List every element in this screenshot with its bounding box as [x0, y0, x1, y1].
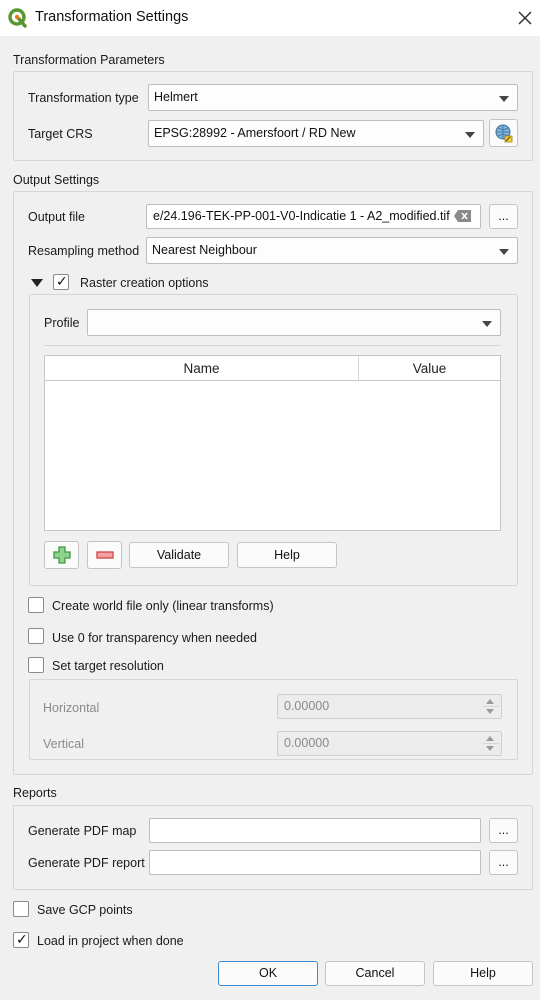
plus-icon [52, 546, 71, 564]
close-button[interactable] [512, 6, 538, 30]
pdf-map-input[interactable] [149, 818, 481, 843]
divider [44, 345, 501, 346]
chevron-down-icon [499, 249, 509, 255]
table-header-value[interactable]: Value [358, 356, 500, 381]
vertical-spinbox[interactable]: 0.00000 [277, 731, 502, 756]
horizontal-value: 0.00000 [284, 699, 330, 713]
title-bar: Transformation Settings [0, 0, 540, 36]
check-mark-icon: ✓ [16, 931, 28, 947]
load-project-label: Load in project when done [37, 934, 184, 948]
output-file-browse-button[interactable]: ... [489, 204, 518, 229]
transformation-type-value: Helmert [154, 90, 198, 104]
collapse-triangle-icon[interactable] [31, 279, 43, 287]
output-file-label: Output file [28, 210, 85, 224]
zero-transparency-label: Use 0 for transparency when needed [52, 631, 257, 645]
raster-options-checkbox[interactable]: ✓ [53, 273, 69, 290]
target-resolution-label: Set target resolution [52, 659, 164, 673]
vertical-value: 0.00000 [284, 736, 330, 750]
resampling-method-combo[interactable]: Nearest Neighbour [146, 237, 518, 264]
load-project-checkbox[interactable]: ✓ [13, 931, 29, 948]
add-option-button[interactable] [44, 541, 79, 569]
horizontal-spinbox[interactable]: 0.00000 [277, 694, 502, 719]
chevron-down-icon [499, 96, 509, 102]
validate-button[interactable]: Validate [129, 542, 229, 568]
options-table[interactable]: Name Value [44, 355, 501, 531]
profile-label: Profile [44, 316, 80, 330]
output-settings-title: Output Settings [13, 173, 100, 187]
chevron-down-icon [482, 321, 492, 327]
remove-option-button[interactable] [87, 541, 122, 569]
zero-transparency-checkbox[interactable] [28, 628, 44, 644]
pdf-map-browse-button[interactable]: ... [489, 818, 518, 843]
chevron-down-icon [465, 132, 475, 138]
resampling-method-label: Resampling method [28, 244, 140, 258]
pdf-report-browse-button[interactable]: ... [489, 850, 518, 875]
raster-options-label: Raster creation options [80, 276, 209, 290]
window-title: Transformation Settings [35, 9, 189, 25]
world-file-label: Create world file only (linear transform… [52, 599, 274, 613]
cancel-button[interactable]: Cancel [325, 961, 425, 986]
minus-icon [95, 551, 114, 559]
transformation-type-combo[interactable]: Helmert [148, 84, 518, 111]
profile-combo[interactable] [87, 309, 501, 336]
help-button[interactable]: Help [433, 961, 533, 986]
save-gcp-label: Save GCP points [37, 903, 133, 917]
transformation-parameters-title: Transformation Parameters [13, 53, 165, 67]
target-crs-combo[interactable]: EPSG:28992 - Amersfoort / RD New [148, 120, 484, 147]
reports-title: Reports [13, 786, 57, 800]
pdf-report-label: Generate PDF report [28, 856, 145, 870]
output-file-input[interactable]: e/24.196-TEK-PP-001-V0-Indicatie 1 - A2_… [146, 204, 481, 229]
resampling-method-value: Nearest Neighbour [152, 243, 257, 257]
crs-selector-button[interactable] [489, 119, 518, 147]
close-icon [518, 11, 532, 25]
check-mark-icon: ✓ [56, 273, 68, 289]
spinner-arrows-icon [483, 732, 499, 755]
spinner-arrows-icon [483, 695, 499, 718]
pdf-report-input[interactable] [149, 850, 481, 875]
ok-button[interactable]: OK [218, 961, 318, 986]
vertical-label: Vertical [43, 737, 84, 751]
globe-crs-icon [495, 124, 512, 143]
target-resolution-checkbox[interactable] [28, 657, 44, 673]
transformation-type-label: Transformation type [28, 91, 139, 105]
clear-text-icon[interactable] [453, 209, 473, 223]
save-gcp-checkbox[interactable] [13, 901, 29, 917]
table-header-name[interactable]: Name [45, 356, 358, 381]
options-help-button[interactable]: Help [237, 542, 337, 568]
pdf-map-label: Generate PDF map [28, 824, 137, 838]
target-crs-value: EPSG:28992 - Amersfoort / RD New [154, 126, 356, 140]
horizontal-label: Horizontal [43, 701, 100, 715]
output-file-value: e/24.196-TEK-PP-001-V0-Indicatie 1 - A2_… [153, 209, 450, 223]
world-file-checkbox[interactable] [28, 597, 44, 613]
target-crs-label: Target CRS [28, 127, 93, 141]
qgis-logo-icon [8, 8, 27, 28]
